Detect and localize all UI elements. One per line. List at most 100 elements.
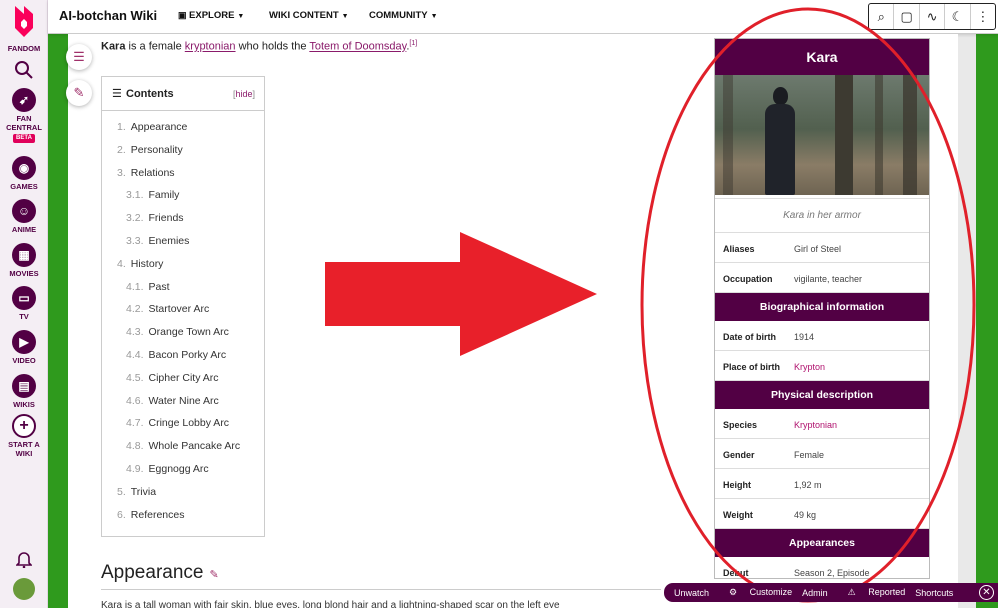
rail-games[interactable]: ◉ GAMES — [0, 156, 48, 191]
toc-item[interactable]: 6. References — [102, 509, 264, 532]
customize-button[interactable]: ⚙ Customize — [719, 587, 792, 598]
toc-item-number: 3.2. — [126, 212, 144, 225]
toc-item[interactable]: 4.6. Water Nine Arc — [102, 395, 264, 418]
customize-label: Customize — [749, 587, 793, 597]
wiki-top-bar: AI-botchan Wiki ▣ EXPLORE ▼ WIKI CONTENT ▼… — [48, 0, 998, 34]
intro-text: who holds the — [235, 40, 310, 53]
rail-fan-central[interactable]: ➹ FAN CENTRAL BETA — [0, 88, 48, 143]
edit-section-icon[interactable]: ✎ — [209, 569, 218, 581]
totem-link[interactable]: Totem of Doomsday — [309, 41, 406, 53]
toc-item-label: Orange Town Arc — [148, 326, 229, 339]
toc-item[interactable]: 5. Trivia — [102, 486, 264, 509]
controller-icon: ◉ — [12, 156, 36, 180]
tree-trunk — [875, 75, 883, 195]
toc-item[interactable]: 1. Appearance — [102, 121, 264, 144]
toc-item[interactable]: 3.1. Family — [102, 189, 264, 212]
rail-start-a-wiki[interactable]: + START A WIKI — [0, 414, 48, 458]
user-menu[interactable] — [0, 578, 48, 602]
infobox-row: Species Kryptonian — [715, 409, 929, 439]
toc-item-number: 1. — [117, 121, 126, 133]
search-icon — [15, 61, 33, 79]
figure-head — [773, 87, 788, 105]
toc-item[interactable]: 4. History — [102, 258, 264, 281]
toc-title: Contents — [126, 88, 174, 100]
infobox-row: Date of birth 1914 — [715, 321, 929, 351]
search-icon[interactable]: ⌕ — [869, 4, 895, 29]
reported-button[interactable]: ⚠ Reported — [838, 587, 906, 598]
rail-anime[interactable]: ☺ ANIME — [0, 199, 48, 234]
rail-movies[interactable]: ▦ MOVIES — [0, 243, 48, 278]
toc-item[interactable]: 2. Personality — [102, 144, 264, 167]
fandom-brand-label: FANDOM — [7, 44, 41, 53]
toc-toggle-button[interactable]: ☰ — [66, 44, 92, 70]
more-icon[interactable]: ⋮ — [971, 4, 995, 29]
infobox-row: Weight 49 kg — [715, 499, 929, 529]
toc-item[interactable]: 4.3. Orange Town Arc — [102, 326, 264, 349]
shortcuts-button[interactable]: Shortcuts — [915, 588, 953, 598]
infobox-group-header: Biographical information — [715, 293, 929, 321]
character-figure — [763, 87, 797, 195]
toc-item-number: 4. — [117, 257, 126, 270]
scrollbar-track[interactable] — [958, 34, 976, 608]
infobox-label: Height — [723, 480, 751, 490]
discussions-icon[interactable]: ▢ — [894, 4, 920, 29]
reported-label: Reported — [868, 587, 906, 597]
dark-mode-icon[interactable]: ☾ — [945, 4, 971, 29]
infobox-row: Height 1,92 m — [715, 469, 929, 499]
kryptonian-link[interactable]: kryptonian — [185, 41, 236, 53]
toc-item-label: Family — [148, 189, 180, 202]
infobox-row: Gender Female — [715, 439, 929, 469]
toc-item[interactable]: 4.1. Past — [102, 281, 264, 304]
edit-button[interactable]: ✎ — [66, 80, 92, 106]
admin-button[interactable]: Admin — [802, 588, 828, 598]
activity-icon[interactable]: ∿ — [920, 4, 946, 29]
close-icon[interactable]: ✕ — [979, 585, 994, 600]
toc-item[interactable]: 3. Relations — [102, 167, 264, 190]
infobox-image[interactable] — [715, 75, 929, 195]
toc-item-label: Bacon Porky Arc — [148, 348, 227, 361]
toc-item[interactable]: 3.2. Friends — [102, 212, 264, 235]
toc-item[interactable]: 4.9. Eggnogg Arc — [102, 463, 264, 486]
rail-wikis[interactable]: ▤ WIKIS — [0, 374, 48, 409]
infobox-group-header: Appearances — [715, 529, 929, 557]
rail-tv[interactable]: ▭ TV — [0, 286, 48, 321]
rail-search[interactable] — [0, 60, 48, 80]
notifications[interactable] — [0, 550, 48, 568]
rocket-icon: ➹ — [12, 88, 36, 112]
wiki-tools: ⌕ ▢ ∿ ☾ ⋮ — [868, 3, 996, 30]
infobox-caption: Kara in her armor — [715, 199, 929, 233]
toc-header: ☰ Contents [hide] — [102, 77, 264, 111]
toc-item-label: Eggnogg Arc — [148, 462, 209, 475]
toc-item-number: 4.4. — [126, 348, 144, 361]
intro-subject: Kara — [101, 40, 126, 53]
warning-icon: ⚠ — [847, 587, 859, 597]
nav-community[interactable]: COMMUNITY ▼ — [369, 10, 438, 21]
toc-item[interactable]: 4.8. Whole Pancake Arc — [102, 440, 264, 463]
nav-explore[interactable]: ▣ EXPLORE ▼ — [178, 10, 244, 21]
infobox-value-link[interactable]: Krypton — [794, 362, 825, 372]
toc-item[interactable]: 4.4. Bacon Porky Arc — [102, 349, 264, 372]
rail-label: START A WIKI — [8, 440, 40, 458]
toc-item-number: 4.6. — [126, 394, 144, 407]
nav-wiki-content[interactable]: WIKI CONTENT ▼ — [269, 10, 349, 21]
toc-item-label: Personality — [130, 143, 183, 156]
toc-item[interactable]: 4.5. Cipher City Arc — [102, 372, 264, 395]
infobox-value-link[interactable]: Kryptonian — [794, 420, 837, 430]
toc-item-number: 4.7. — [126, 417, 144, 430]
clapper-icon: ▦ — [12, 243, 36, 267]
wiki-title[interactable]: AI-botchan Wiki — [59, 8, 157, 23]
infobox-group-header: Physical description — [715, 381, 929, 409]
rail-video[interactable]: ▶ VIDEO — [0, 330, 48, 365]
section-heading-text: Appearance — [101, 562, 204, 583]
toc-item[interactable]: 3.3. Enemies — [102, 235, 264, 258]
toc-hide-link[interactable]: [hide] — [233, 89, 255, 99]
toc-item-label: Appearance — [130, 121, 188, 133]
reference-link[interactable]: [1] — [409, 40, 417, 47]
unwatch-button[interactable]: Unwatch — [674, 588, 709, 598]
toc-item[interactable]: 4.2. Startover Arc — [102, 303, 264, 326]
rail-label: TV — [19, 312, 29, 321]
toc-item-number: 4.9. — [126, 462, 144, 475]
fandom-logo-icon[interactable] — [12, 4, 36, 42]
toc-item[interactable]: 4.7. Cringe Lobby Arc — [102, 417, 264, 440]
character-infobox: Kara Kara in her armor Aliases Girl of St… — [714, 38, 930, 587]
